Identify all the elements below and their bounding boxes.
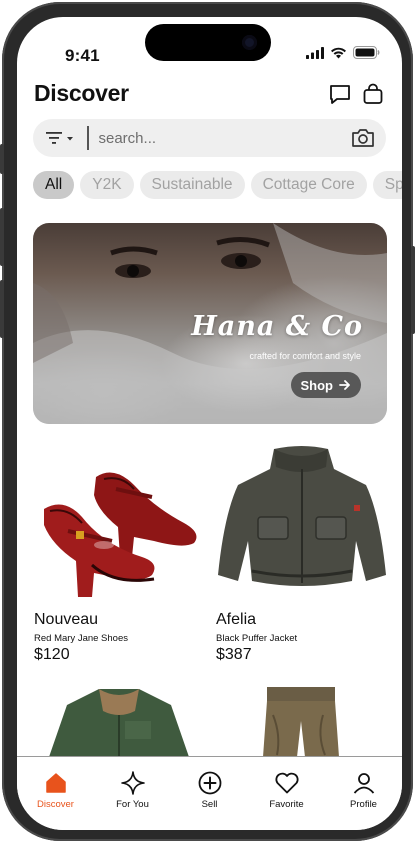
camera-icon bbox=[352, 129, 374, 147]
tab-label: Discover bbox=[37, 799, 74, 810]
volume-down-button bbox=[0, 280, 4, 338]
banner-brand: Hana & Co bbox=[191, 311, 363, 342]
product-image-jacket bbox=[218, 446, 386, 586]
tab-bar: Discover For You Sell Favorite Profile bbox=[17, 756, 402, 830]
heart-icon bbox=[274, 772, 299, 794]
tab-discover[interactable]: Discover bbox=[17, 757, 94, 830]
product-image-work-jacket[interactable] bbox=[49, 685, 189, 757]
wifi-icon bbox=[331, 47, 346, 58]
battery-icon bbox=[353, 46, 380, 59]
search-bar bbox=[33, 119, 386, 157]
product-name: Red Mary Jane Shoes bbox=[34, 633, 128, 644]
product-brand: Afelia bbox=[216, 611, 257, 628]
tab-profile[interactable]: Profile bbox=[325, 757, 402, 830]
status-icons bbox=[306, 46, 380, 59]
action-button bbox=[0, 144, 4, 174]
shopping-bag-icon[interactable] bbox=[361, 82, 385, 106]
product-price: $387 bbox=[216, 646, 252, 663]
page-title: Discover bbox=[34, 80, 129, 106]
power-button bbox=[411, 246, 415, 334]
tab-label: Profile bbox=[350, 799, 377, 810]
cellular-signal-icon bbox=[306, 46, 324, 59]
tab-label: Sell bbox=[201, 799, 218, 810]
product-price: $120 bbox=[34, 646, 70, 663]
product-image-jeans[interactable] bbox=[263, 685, 339, 757]
person-icon bbox=[353, 773, 374, 794]
sparkle-icon bbox=[120, 771, 145, 795]
volume-up-button bbox=[0, 208, 4, 266]
chat-icon[interactable] bbox=[328, 82, 352, 106]
product-brand: Nouveau bbox=[34, 611, 99, 628]
tab-for-you[interactable]: For You bbox=[94, 757, 171, 830]
phone-frame: 9:41 Discover search... All Y2K Sustaina… bbox=[0, 2, 415, 841]
tab-sell[interactable]: Sell bbox=[171, 757, 248, 830]
chip-all[interactable]: All bbox=[33, 171, 75, 199]
chip-partial[interactable]: Sp bbox=[372, 171, 402, 199]
chip-cottage-core[interactable]: Cottage Core bbox=[250, 171, 367, 199]
tab-favorite[interactable]: Favorite bbox=[248, 757, 325, 830]
status-time: 9:41 bbox=[65, 46, 100, 65]
banner-tagline: crafted for comfort and style bbox=[249, 351, 361, 361]
tab-label: For You bbox=[116, 799, 149, 810]
product-name: Black Puffer Jacket bbox=[216, 633, 298, 644]
filter-button[interactable] bbox=[33, 119, 87, 157]
chip-sustainable[interactable]: Sustainable bbox=[139, 171, 245, 199]
shop-button-label: Shop bbox=[300, 377, 334, 393]
shop-button[interactable]: Shop bbox=[290, 372, 361, 398]
app-screen: 9:41 Discover search... All Y2K Sustaina… bbox=[17, 17, 402, 830]
arrow-right-icon bbox=[339, 380, 350, 390]
plus-circle-icon bbox=[198, 771, 221, 795]
camera-search-button[interactable] bbox=[340, 119, 386, 157]
chip-y2k[interactable]: Y2K bbox=[80, 171, 134, 199]
search-input[interactable] bbox=[88, 119, 340, 157]
category-chips: All Y2K Sustainable Cottage Core Sp bbox=[33, 171, 402, 199]
promo-banner[interactable]: Hana & Co crafted for comfort and style … bbox=[33, 223, 387, 424]
front-camera-icon bbox=[242, 35, 257, 50]
home-icon bbox=[45, 773, 66, 793]
dynamic-island bbox=[145, 24, 271, 61]
filter-icon bbox=[46, 132, 73, 144]
product-image-shoes bbox=[44, 472, 197, 597]
tab-label: Favorite bbox=[269, 799, 304, 810]
